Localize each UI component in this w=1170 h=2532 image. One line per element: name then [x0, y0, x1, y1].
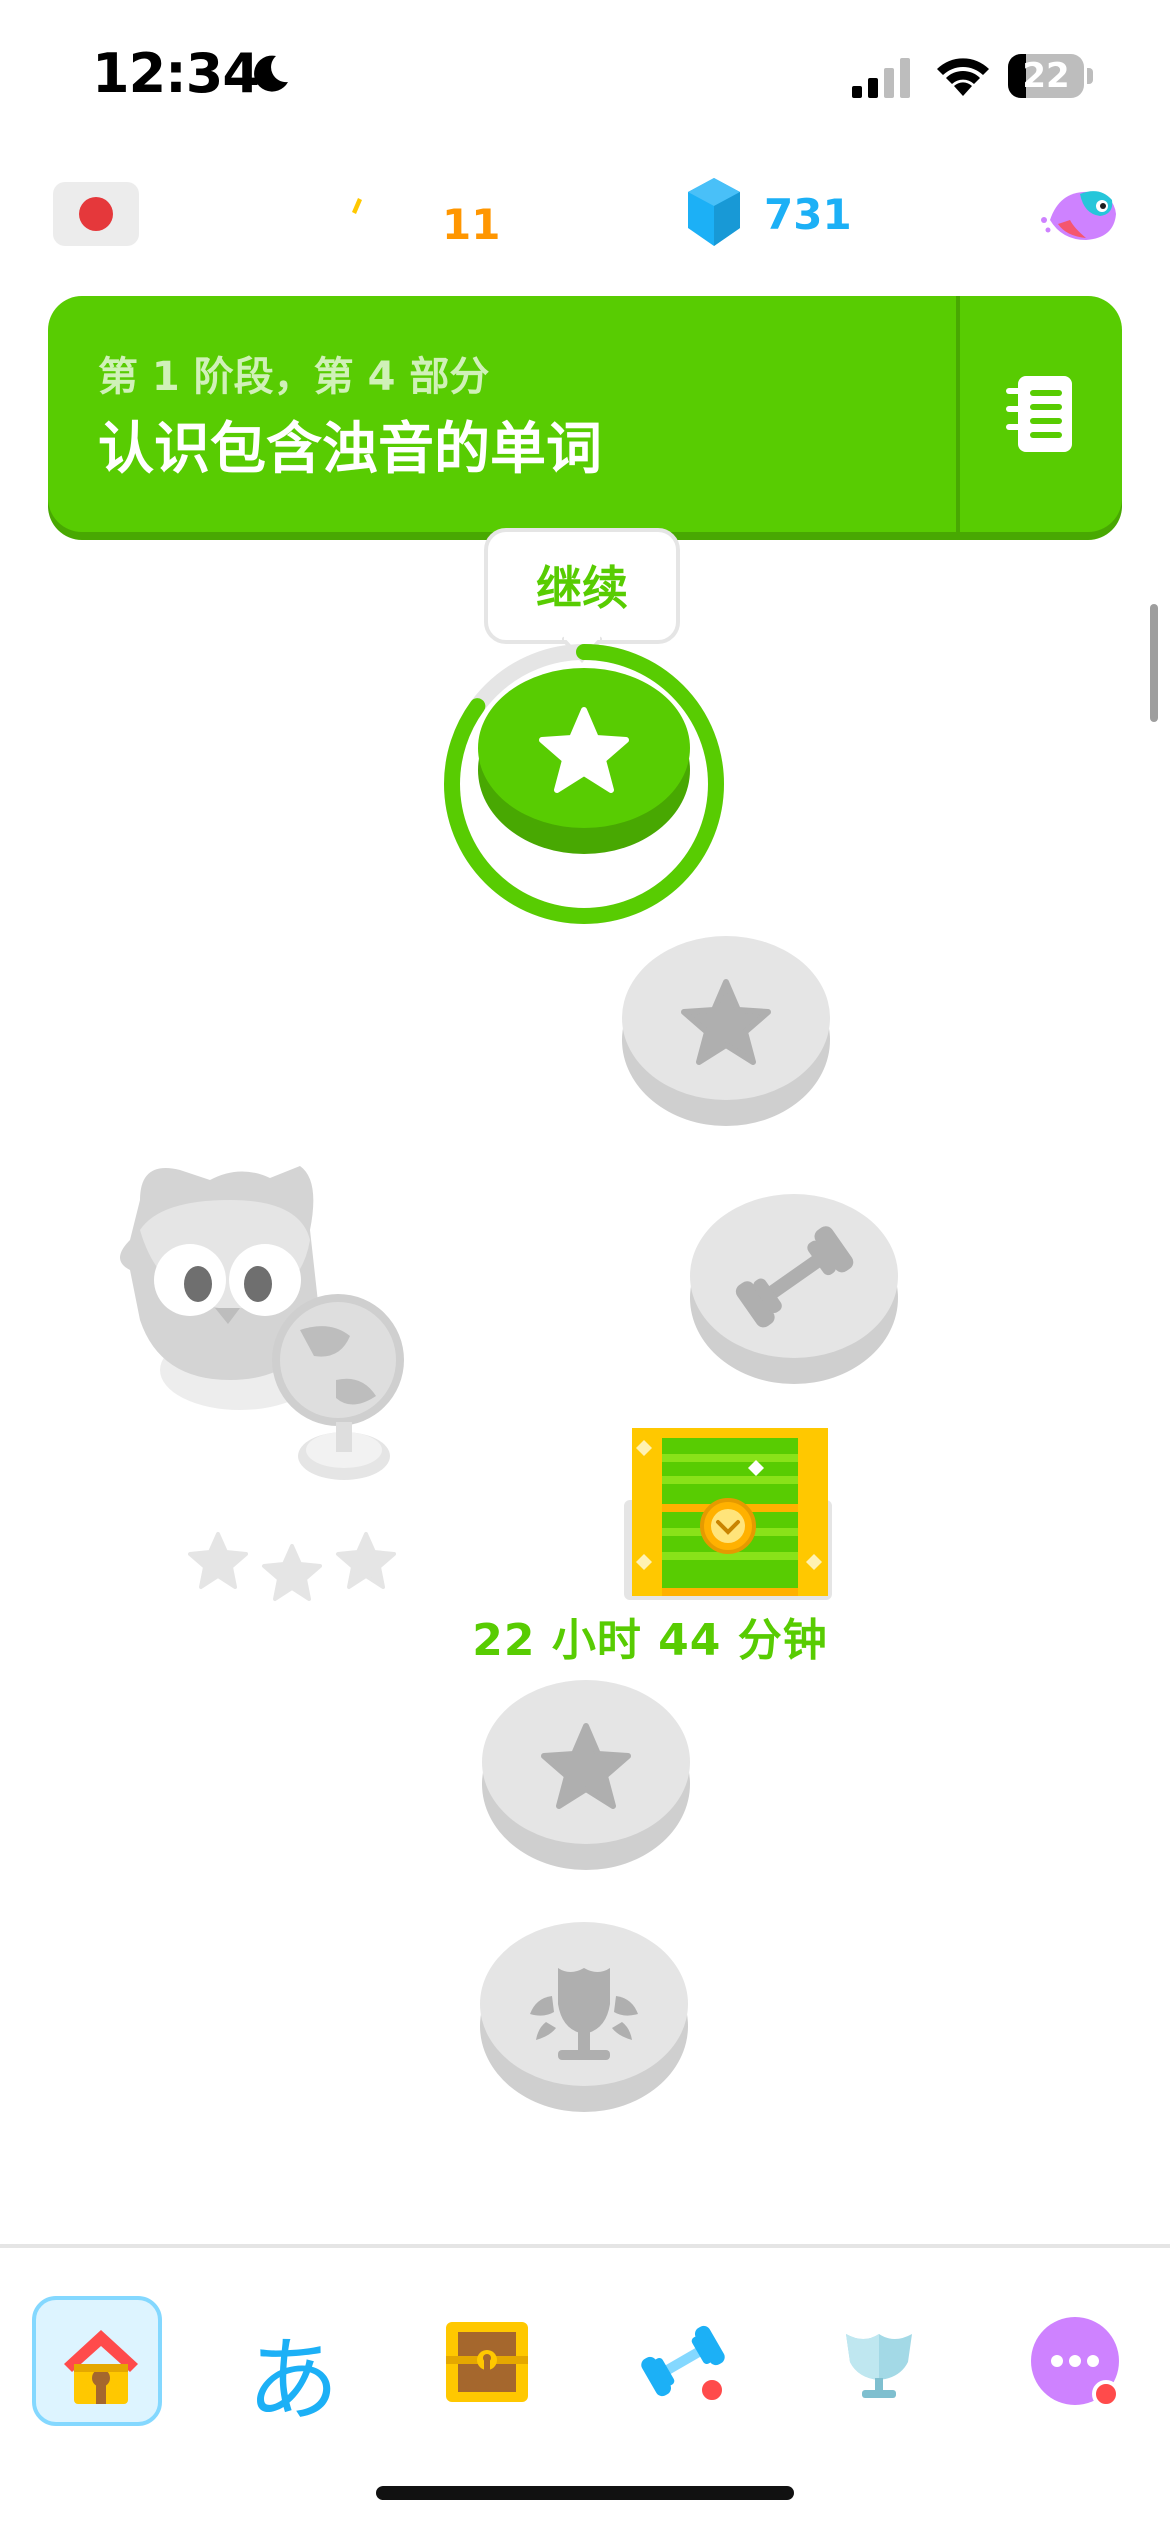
unit-stars	[188, 1532, 396, 1601]
battery-level: 22	[1022, 56, 1070, 96]
gem-icon	[688, 178, 740, 246]
moon-icon	[254, 55, 288, 92]
home-indicator	[376, 2486, 794, 2500]
tab-chest[interactable]	[422, 2296, 552, 2426]
tab-practice[interactable]	[618, 2296, 748, 2426]
super-duo-icon[interactable]	[1040, 180, 1120, 250]
gems-count: 731	[764, 190, 852, 239]
tab-leaderboard[interactable]	[814, 2296, 944, 2426]
stats-bar: 11 731	[0, 170, 1170, 260]
continue-tooltip[interactable]: 继续	[484, 528, 680, 644]
chest-timer: 22 小时 44 分钟	[472, 1615, 828, 1666]
more-notification-dot	[1092, 2380, 1120, 2408]
duo-owl-illustration	[120, 1166, 404, 1480]
wifi-icon	[937, 58, 989, 96]
house-icon	[64, 2330, 138, 2404]
guidebook-button[interactable]	[956, 296, 1122, 532]
treasure-chest-icon	[446, 2322, 528, 2402]
unit-banner[interactable]: 第 1 阶段，第 4 部分 认识包含浊音的单词	[48, 296, 1122, 532]
scrollbar[interactable]	[1150, 604, 1158, 722]
notebook-icon	[1006, 376, 1072, 452]
tab-more[interactable]	[1010, 2296, 1140, 2426]
battery-indicator: 22	[1008, 54, 1093, 98]
unit-title: 认识包含浊音的单词	[98, 417, 602, 482]
treasure-chest-icon	[624, 1428, 832, 1600]
continue-label: 继续	[536, 561, 628, 615]
trophy-icon	[846, 2334, 912, 2398]
cellular-signal-icon	[852, 58, 910, 98]
treasure-chest-node[interactable]	[622, 1424, 834, 1604]
unit-subtitle: 第 1 阶段，第 4 部分	[98, 354, 490, 400]
tab-characters[interactable]: あ	[228, 2296, 358, 2434]
japan-flag-icon	[79, 197, 113, 231]
streak-count: 11	[442, 200, 501, 249]
status-bar: 12:34 22	[0, 0, 1170, 150]
tab-home[interactable]	[32, 2296, 162, 2426]
practice-notification-dot	[698, 2376, 726, 2404]
locked-lesson-node[interactable]	[620, 932, 832, 1128]
locked-lesson-node[interactable]	[480, 1676, 692, 1872]
kana-icon: あ	[246, 2327, 339, 2434]
course-flag-button[interactable]	[53, 182, 139, 246]
status-time: 12:34	[92, 42, 260, 105]
streak-flame-icon	[352, 198, 362, 214]
locked-practice-node[interactable]	[688, 1190, 900, 1386]
locked-trophy-node[interactable]	[478, 1918, 690, 2114]
current-lesson-node[interactable]	[476, 668, 692, 858]
